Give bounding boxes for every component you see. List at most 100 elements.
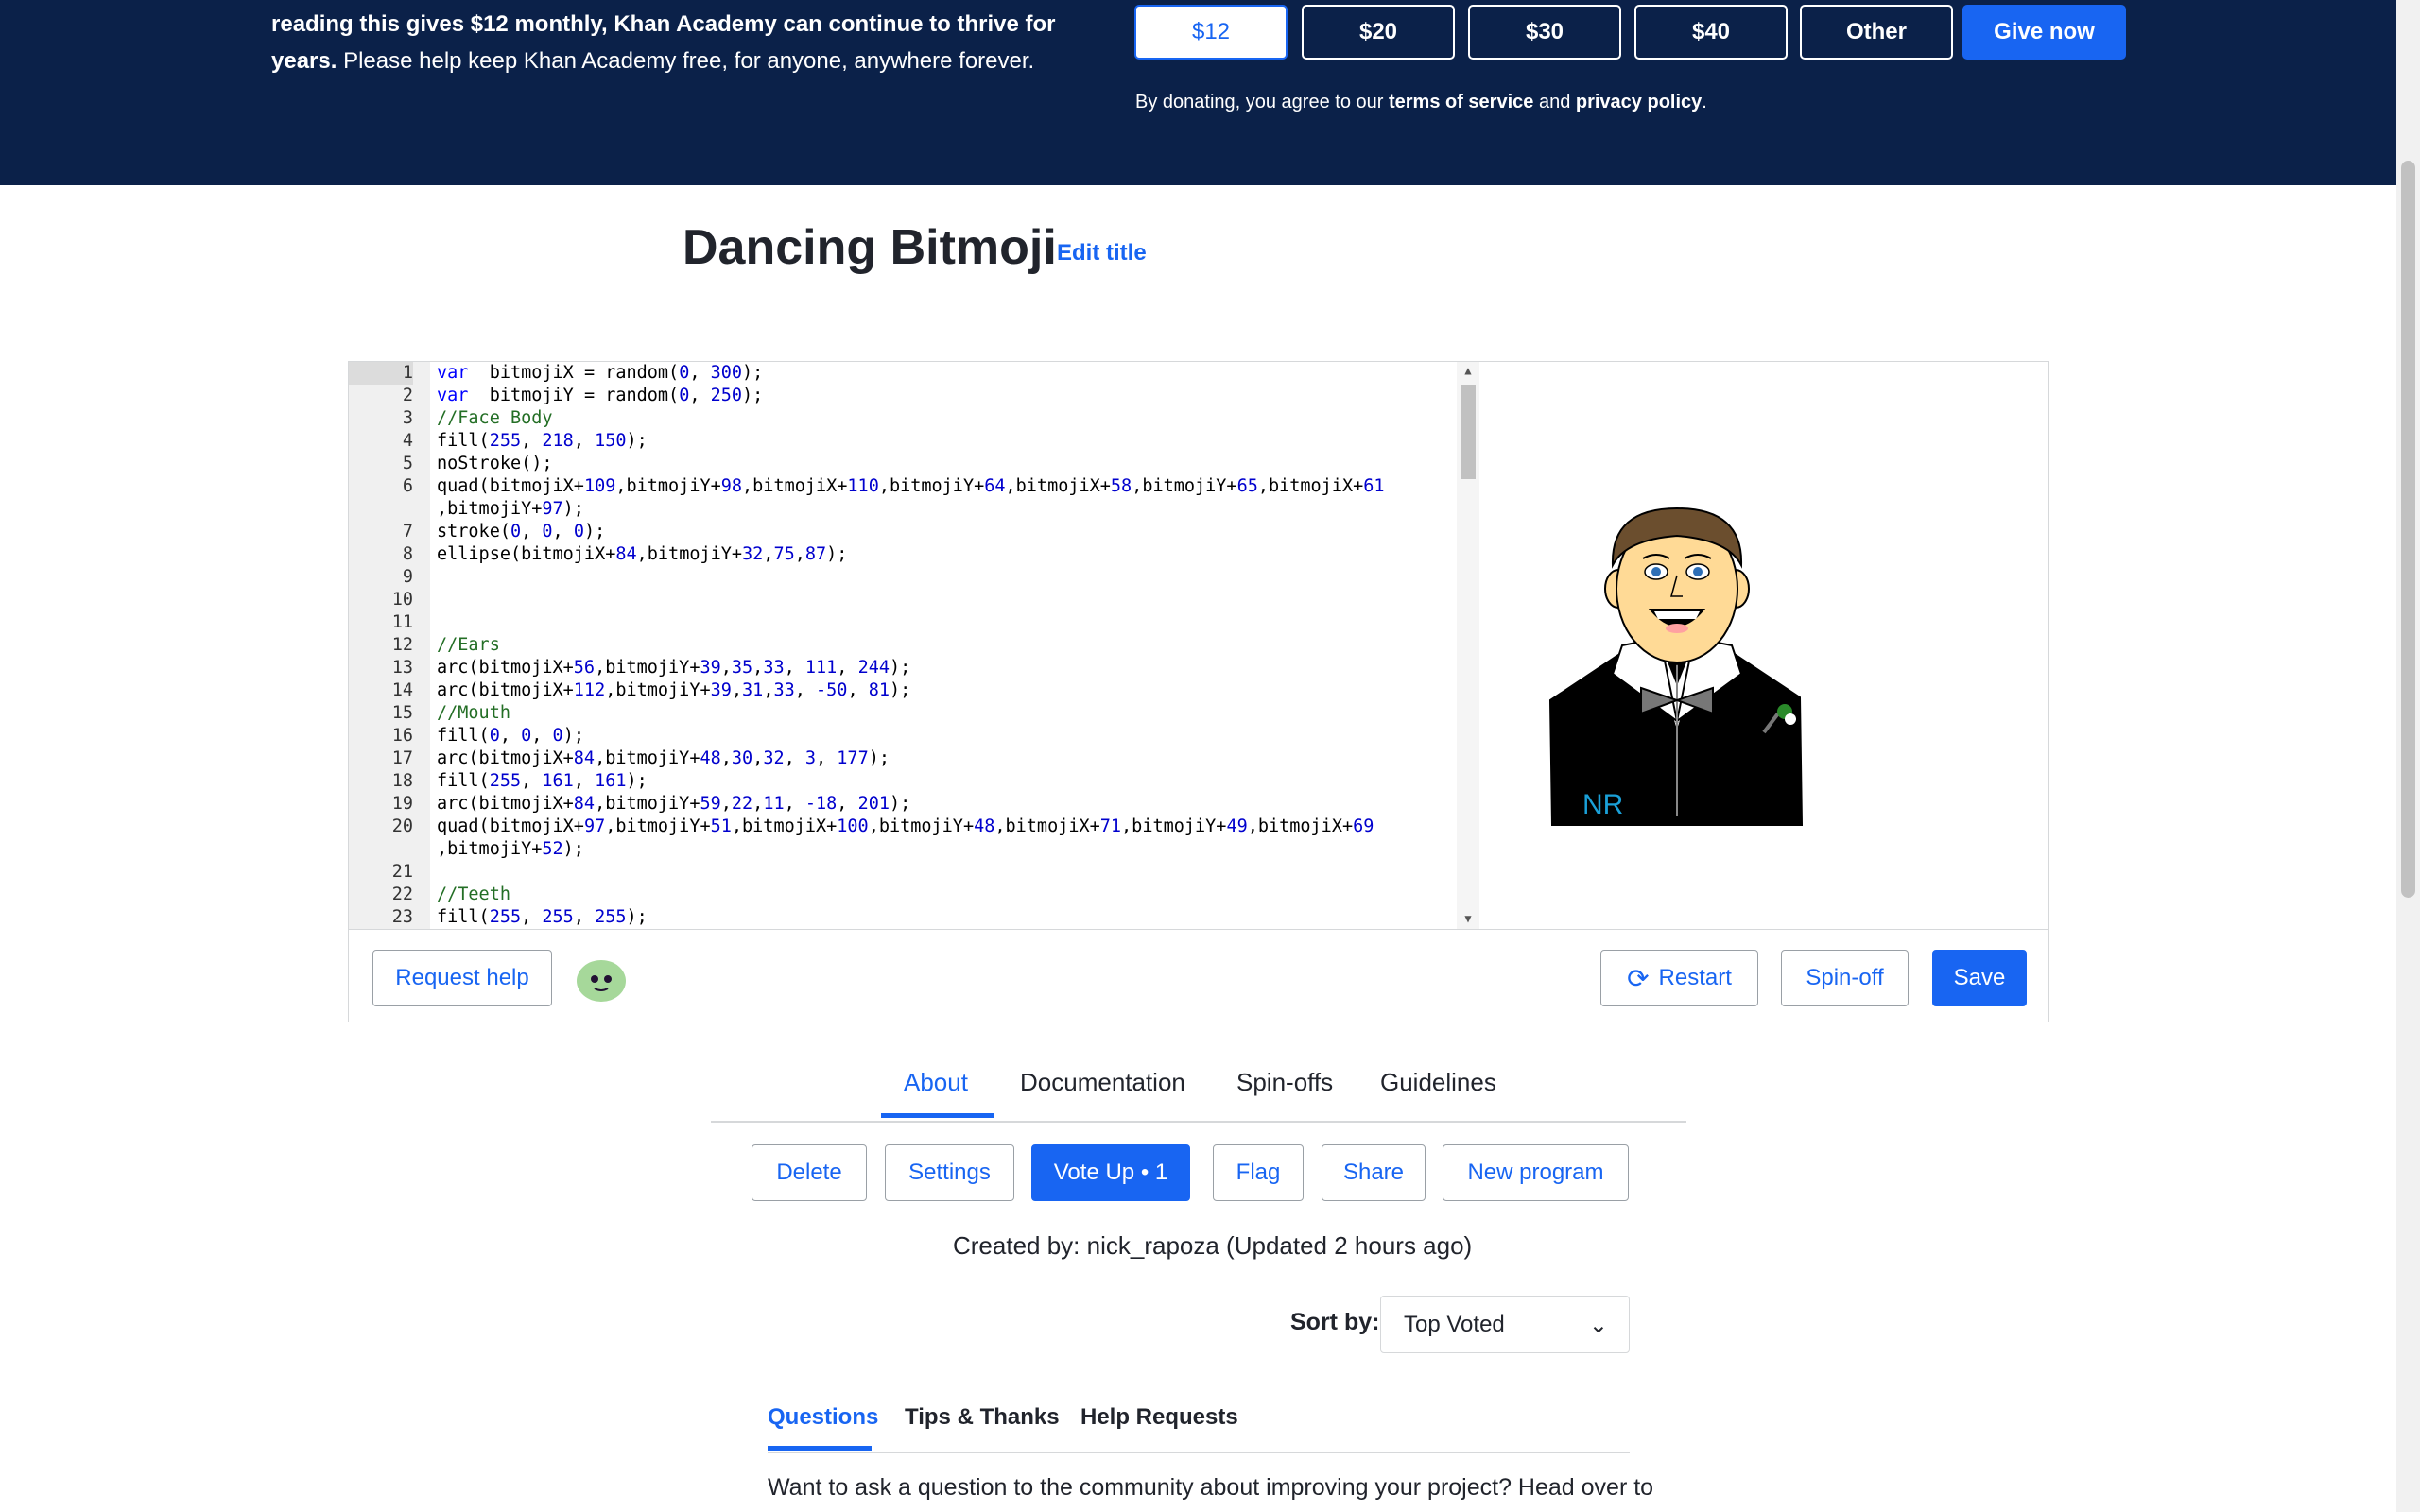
active-tab-indicator: [881, 1113, 994, 1118]
sort-by-label: Sort by:: [1290, 1309, 1380, 1335]
scroll-down-icon[interactable]: ▼: [1457, 912, 1479, 925]
line-number: 13: [391, 658, 413, 678]
program-editor: 1 var bitmojiX = random(0, 300); 2 var bitm…: [348, 361, 2049, 1022]
line-number: 5: [402, 454, 413, 473]
line-number: 11: [391, 612, 413, 632]
line-number: 22: [391, 885, 413, 904]
new-program-button[interactable]: New program: [1443, 1144, 1629, 1201]
donation-terms: By donating, you agree to our terms of s…: [1135, 92, 1707, 113]
tab-documentation[interactable]: Documentation: [1020, 1068, 1185, 1097]
donation-message-bold: reading this gives $12 monthly, Khan Aca…: [271, 11, 1056, 37]
code-text: noStroke();: [437, 454, 553, 473]
line-number: 18: [391, 771, 413, 791]
code-text: ,bitmojiY+97);: [437, 499, 584, 519]
scroll-up-icon[interactable]: ▲: [1457, 364, 1479, 377]
donation-banner: reading this gives $12 monthly, Khan Aca…: [0, 0, 2396, 185]
tab-about[interactable]: About: [904, 1068, 968, 1097]
donation-message-rest: Please help keep Khan Academy free, for …: [337, 48, 1035, 74]
questions-help-text: Want to ask a question to the community …: [768, 1474, 1654, 1501]
editor-toolbar: Request help ⟳ Restart Spin-off Save: [349, 929, 2048, 1022]
amount-30-button[interactable]: $30: [1468, 5, 1621, 60]
code-scrollbar-thumb[interactable]: [1461, 385, 1476, 479]
flag-button[interactable]: Flag: [1213, 1144, 1304, 1201]
tab-spin-offs[interactable]: Spin-offs: [1236, 1068, 1333, 1097]
code-text: quad(bitmojiX+109,bitmojiY+98,bitmojiX+1…: [437, 476, 1385, 496]
amount-12-button[interactable]: $12: [1134, 5, 1288, 60]
line-number: 12: [391, 635, 413, 655]
donation-message: reading this gives $12 monthly, Khan Aca…: [271, 6, 1056, 79]
feedback-tabs: Questions Tips & Thanks Help Requests: [768, 1399, 1630, 1453]
sort-select[interactable]: Top Voted ⌄: [1380, 1296, 1630, 1353]
line-number: 20: [391, 816, 413, 836]
tab-help-requests[interactable]: Help Requests: [1080, 1404, 1238, 1431]
amount-40-button[interactable]: $40: [1634, 5, 1788, 60]
code-text: //Teeth: [437, 885, 510, 904]
chevron-down-icon: ⌄: [1588, 1313, 1608, 1338]
tab-guidelines[interactable]: Guidelines: [1380, 1068, 1496, 1097]
privacy-policy-link[interactable]: privacy policy: [1576, 92, 1702, 112]
donation-message-bold-2: years.: [271, 48, 337, 74]
code-text: var bitmojiY = random(0, 250);: [437, 386, 764, 405]
give-now-button[interactable]: Give now: [1962, 5, 2126, 60]
restart-label: Restart: [1658, 965, 1732, 990]
active-subtab-indicator: [768, 1446, 872, 1451]
delete-button[interactable]: Delete: [752, 1144, 867, 1201]
code-text: fill(255, 255, 255);: [437, 907, 648, 927]
line-number: 9: [402, 567, 413, 587]
line-number: 10: [391, 590, 413, 610]
line-number: 23: [391, 907, 413, 927]
restart-button[interactable]: ⟳ Restart: [1600, 950, 1758, 1006]
page-scrollbar[interactable]: [2396, 0, 2420, 1512]
sort-select-value: Top Voted: [1404, 1312, 1505, 1337]
output-canvas[interactable]: NR: [1480, 362, 2048, 929]
code-text: fill(255, 161, 161);: [437, 771, 648, 791]
code-text: var bitmojiX = random(0, 300);: [437, 363, 764, 383]
line-number: 3: [402, 408, 413, 428]
code-text: arc(bitmojiX+84,bitmojiY+59,22,11, -18, …: [437, 794, 911, 814]
terms-of-service-link[interactable]: terms of service: [1389, 92, 1533, 112]
program-tabs: About Documentation Spin-offs Guidelines: [711, 1058, 1686, 1123]
line-number: 15: [391, 703, 413, 723]
code-text: stroke(0, 0, 0);: [437, 522, 606, 541]
vote-up-button[interactable]: Vote Up • 1: [1031, 1144, 1190, 1201]
code-text: arc(bitmojiX+56,bitmojiY+39,35,33, 111, …: [437, 658, 911, 678]
line-number: 7: [402, 522, 413, 541]
save-button[interactable]: Save: [1932, 950, 2027, 1006]
code-text: //Ears: [437, 635, 500, 655]
edit-title-link[interactable]: Edit title: [1057, 240, 1147, 266]
request-help-button[interactable]: Request help: [372, 950, 552, 1006]
code-text: fill(0, 0, 0);: [437, 726, 584, 746]
line-number: 4: [402, 431, 413, 451]
code-scrollbar[interactable]: ▲ ▼: [1457, 362, 1479, 929]
created-by-text: Created by: nick_rapoza (Updated 2 hours…: [953, 1231, 1473, 1260]
amount-20-button[interactable]: $20: [1302, 5, 1455, 60]
settings-button[interactable]: Settings: [885, 1144, 1014, 1201]
line-number: 21: [391, 862, 413, 882]
line-number: 17: [391, 748, 413, 768]
line-number: 14: [391, 680, 413, 700]
share-button[interactable]: Share: [1322, 1144, 1426, 1201]
line-number: 2: [402, 386, 413, 405]
code-text: ,bitmojiY+52);: [437, 839, 584, 859]
code-text: //Face Body: [437, 408, 553, 428]
bitmoji-drawing: NR: [1548, 507, 1804, 826]
code-text: arc(bitmojiX+112,bitmojiY+39,31,33, -50,…: [437, 680, 911, 700]
code-text: fill(255, 218, 150);: [437, 431, 648, 451]
tab-questions[interactable]: Questions: [768, 1404, 878, 1431]
spin-off-button[interactable]: Spin-off: [1781, 950, 1909, 1006]
avatar-blob-icon: [577, 960, 626, 1002]
restart-icon: ⟳: [1627, 963, 1650, 993]
line-number: 6: [402, 476, 413, 496]
tab-tips-thanks[interactable]: Tips & Thanks: [905, 1404, 1060, 1431]
code-text: ellipse(bitmojiX+84,bitmojiY+32,75,87);: [437, 544, 848, 564]
program-title: Dancing Bitmoji: [683, 220, 1057, 275]
code-editor[interactable]: 1 var bitmojiX = random(0, 300); 2 var bitm…: [349, 362, 1481, 929]
amount-other-button[interactable]: Other: [1800, 5, 1953, 60]
page-scrollbar-thumb[interactable]: [2401, 161, 2415, 898]
line-number: 16: [391, 726, 413, 746]
line-number: 1: [349, 362, 413, 385]
canvas-nr-badge: NR: [1582, 789, 1623, 820]
line-number: 19: [391, 794, 413, 814]
terms-prefix: By donating, you agree to our: [1135, 92, 1389, 112]
terms-suffix: .: [1702, 92, 1707, 112]
